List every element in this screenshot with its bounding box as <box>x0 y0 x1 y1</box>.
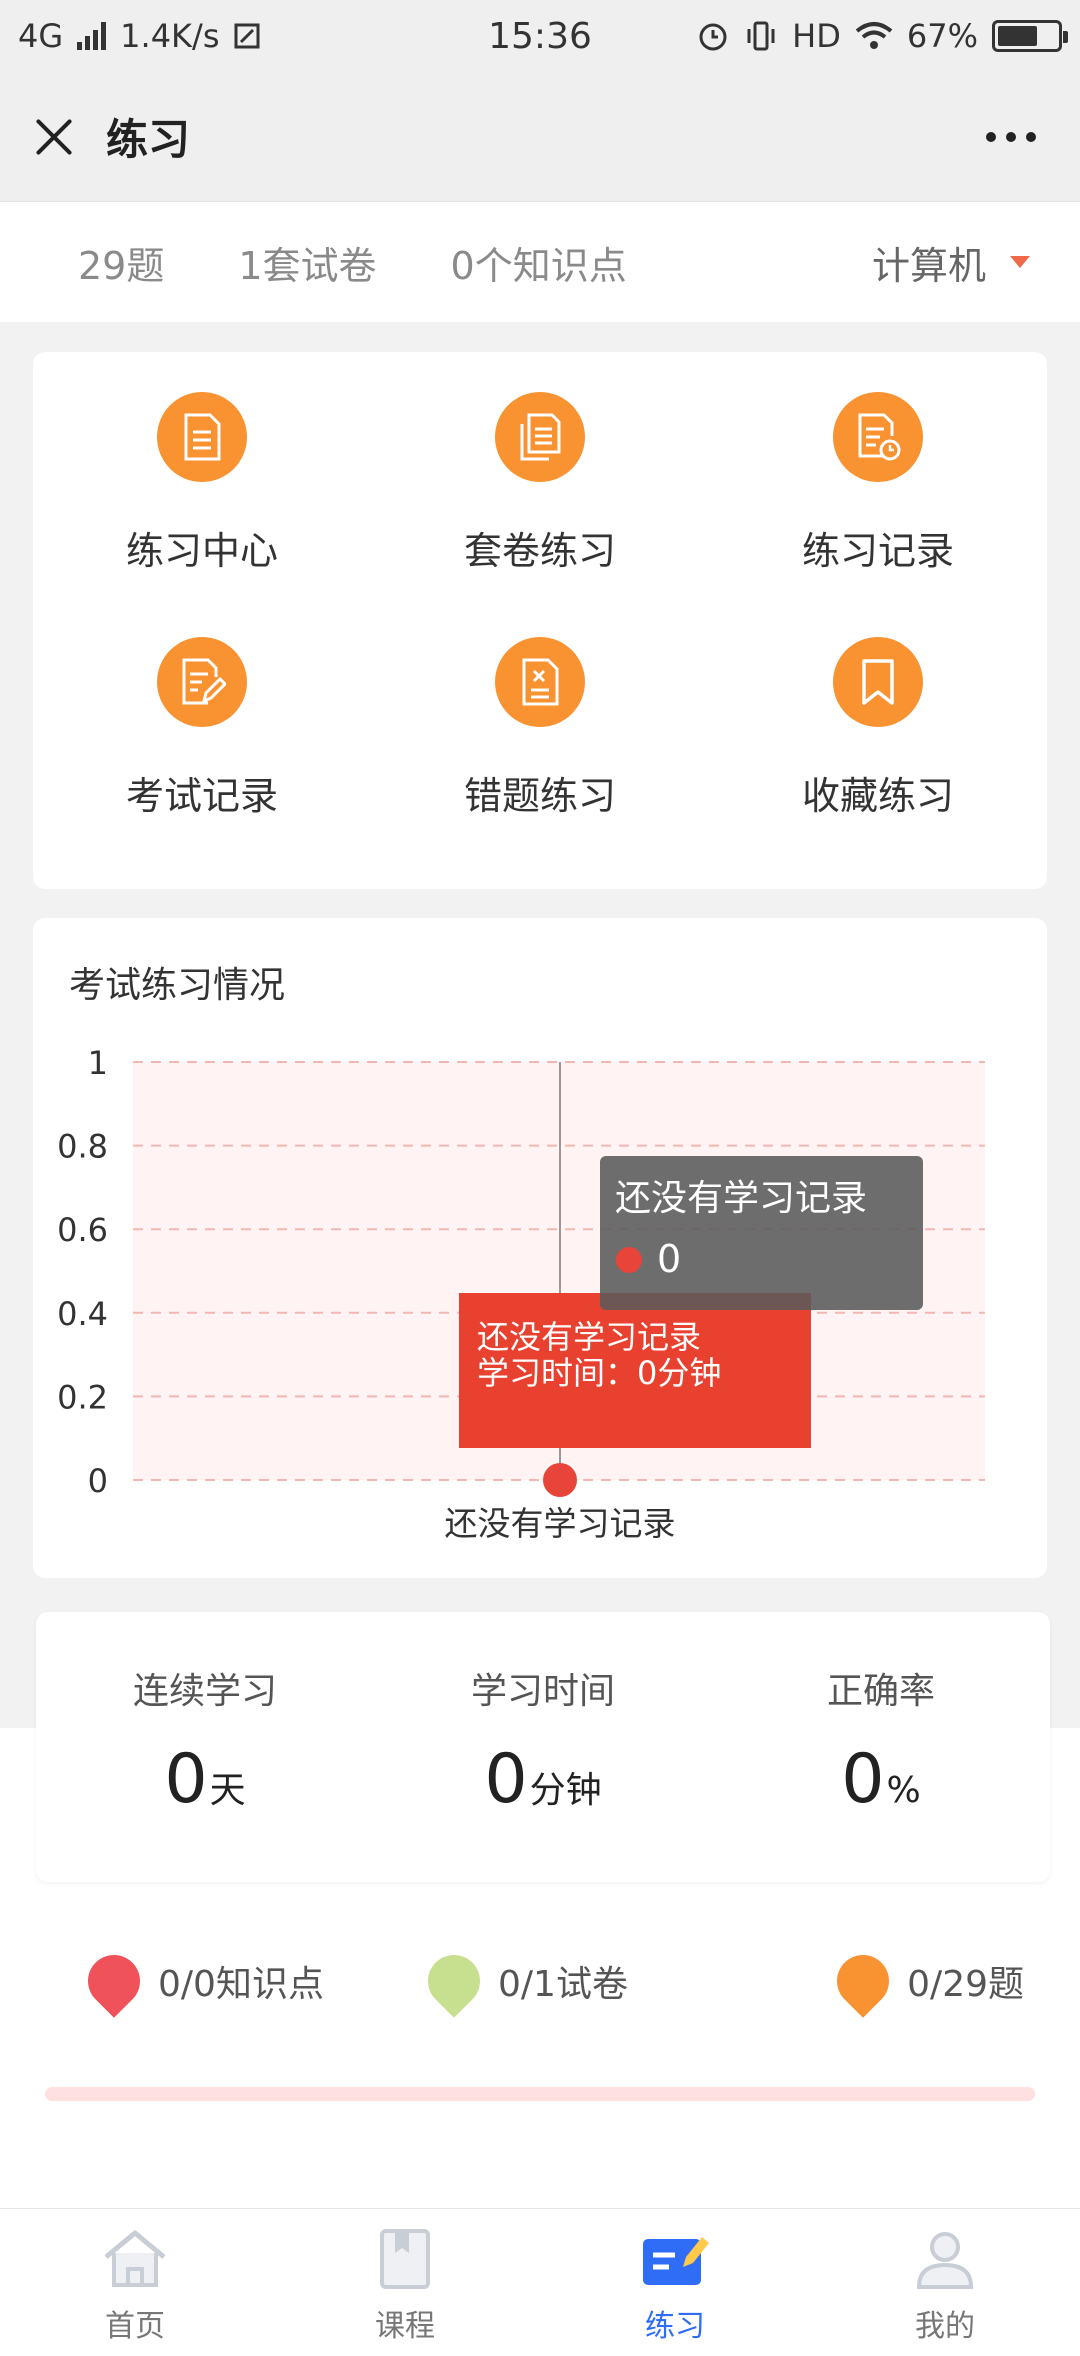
subject-label: 计算机 <box>871 243 986 288</box>
legend-knowledge: 0/0知识点 <box>77 1944 428 2018</box>
bookmark-icon <box>833 637 923 727</box>
chart-svg: 10.80.60.40.20还没有学习记录学习时间：0分钟还没有学习记录0还没有… <box>57 1044 985 1543</box>
data-point <box>543 1463 577 1497</box>
document-edit-icon <box>157 637 247 727</box>
y-tick-label: 0.4 <box>57 1295 108 1333</box>
documents-icon <box>495 392 585 482</box>
bottom-tabbar: 首页 课程 练习 我的 <box>0 2208 1080 2356</box>
menu-paper-practice[interactable]: 套卷练习 <box>371 392 709 637</box>
y-tick-label: 0.8 <box>57 1128 108 1166</box>
stat-accuracy: 正确率 0% <box>826 1671 935 1819</box>
y-tick-label: 0.6 <box>57 1211 108 1249</box>
practice-menu: 练习中心 套卷练习 练习记录 考试记录 错题练习 收藏练习 <box>33 352 1047 889</box>
document-icon <box>157 392 247 482</box>
menu-practice-record[interactable]: 练习记录 <box>709 392 1047 637</box>
practice-icon <box>643 2237 709 2285</box>
signal-icon <box>77 22 107 50</box>
status-bar: 4G 1.4K/s 15:36 HD 67% <box>0 0 1080 72</box>
document-clock-icon <box>833 392 923 482</box>
subject-selector[interactable]: 计算机 <box>872 235 1030 290</box>
legend-papers: 0/1试卷 <box>417 1944 768 2018</box>
tab-course[interactable]: 课程 <box>270 2209 540 2356</box>
progress-bar <box>45 2087 1035 2101</box>
stat-study-time: 学习时间 0 分钟 <box>470 1671 615 1819</box>
y-tick-label: 0 <box>88 1462 108 1500</box>
user-icon <box>916 2232 974 2289</box>
y-tick-label: 0.2 <box>57 1378 108 1416</box>
hd-indicator: HD <box>792 17 841 55</box>
tooltip-value: 0 <box>657 1237 681 1281</box>
stats-card: 连续学习 0天 学习时间 0 分钟 正确率 0% <box>36 1612 1050 1882</box>
annotation-line1: 还没有学习记录 <box>477 1318 701 1356</box>
battery-icon <box>992 20 1068 52</box>
network-speed: 1.4K/s <box>120 17 220 55</box>
menu-practice-center[interactable]: 练习中心 <box>33 392 371 637</box>
summary-bar: 29题 1套试卷 0个知识点 计算机 <box>0 202 1080 322</box>
wifi-icon <box>855 22 893 49</box>
alarm-icon <box>699 23 727 51</box>
clock: 15:36 <box>488 15 592 57</box>
tab-home[interactable]: 首页 <box>0 2209 270 2356</box>
vibrate-icon <box>747 21 775 51</box>
pin-icon <box>77 1944 151 2018</box>
pin-icon <box>417 1944 491 2018</box>
paper-count: 1套试卷 <box>238 243 377 288</box>
question-count: 29题 <box>78 243 165 288</box>
book-icon <box>380 2229 430 2289</box>
y-tick-label: 1 <box>88 1044 108 1082</box>
notification-icon <box>234 23 260 49</box>
tab-practice[interactable]: 练习 <box>540 2209 810 2356</box>
close-icon[interactable] <box>30 113 78 161</box>
knowledge-count: 0个知识点 <box>450 243 627 288</box>
battery-percent: 67% <box>906 17 978 55</box>
menu-favorites[interactable]: 收藏练习 <box>709 637 1047 882</box>
menu-wrong-questions[interactable]: 错题练习 <box>371 637 709 882</box>
annotation-line2: 学习时间：0分钟 <box>477 1354 721 1392</box>
home-icon <box>104 2230 166 2287</box>
tooltip-marker <box>616 1247 642 1273</box>
legend-questions: 0/29题 <box>826 1944 1024 2018</box>
nav-bar: 练习 <box>0 72 1080 202</box>
menu-exam-record[interactable]: 考试记录 <box>33 637 371 882</box>
document-x-icon <box>495 637 585 727</box>
x-tick-label: 还没有学习记录 <box>445 1504 676 1543</box>
tab-mine[interactable]: 我的 <box>810 2209 1080 2356</box>
page-title: 练习 <box>106 115 191 164</box>
more-icon[interactable] <box>986 131 1050 142</box>
progress-legend: 0/0知识点 0/1试卷 0/29题 <box>0 1944 1080 2018</box>
network-type: 4G <box>18 17 64 55</box>
caret-down-icon <box>1010 256 1030 268</box>
stat-streak: 连续学习 0天 <box>132 1671 277 1819</box>
tooltip-title: 还没有学习记录 <box>615 1178 867 1219</box>
pin-icon <box>826 1944 900 2018</box>
exam-practice-chart: 考试练习情况 1 0.8 0.6 0.4 0.2 0 还没有学习记录 学习时间：0分钟 还没有学… <box>33 918 1047 1578</box>
